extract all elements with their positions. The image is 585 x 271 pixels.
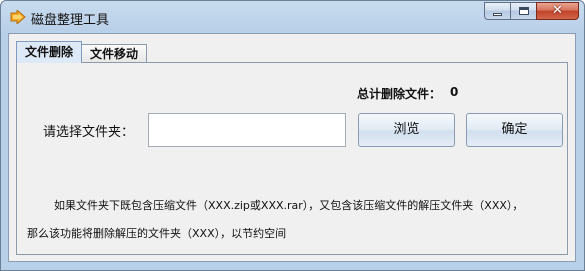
tab-file-delete[interactable]: 文件删除 [16,41,83,63]
maximize-icon [519,7,529,15]
help-text-line-1: 如果文件夹下既包含压缩文件（XXX.zip或XXX.rar），又包含该压缩文件的… [54,199,524,212]
maximize-button[interactable] [510,2,536,20]
client-area: 文件删除 文件移动 总计删除文件： 0 请选择文件夹： 浏览 确定 如果文件夹下… [8,33,576,262]
folder-select-label: 请选择文件夹： [43,125,135,140]
tab-strip: 文件删除 文件移动 [16,41,148,63]
tab-panel-file-delete: 总计删除文件： 0 请选择文件夹： 浏览 确定 如果文件夹下既包含压缩文件（XX… [16,62,568,255]
app-arrow-icon [10,10,26,24]
minimize-icon [493,13,502,16]
close-icon: ✕ [552,3,563,18]
total-deleted-label: 总计删除文件： [357,87,442,101]
title-bar[interactable]: 磁盘整理工具 ✕ [1,1,584,33]
total-deleted-count: 0 [450,85,459,99]
tab-file-move[interactable]: 文件移动 [81,44,148,63]
window-title: 磁盘整理工具 [31,13,110,28]
minimize-button[interactable] [484,2,510,20]
browse-button[interactable]: 浏览 [358,113,455,147]
close-button[interactable]: ✕ [536,2,579,20]
app-window: 磁盘整理工具 ✕ 文件删除 文件移动 总计删除文件： 0 请选择文件夹： 浏览 … [0,0,585,271]
folder-path-input[interactable] [148,113,346,147]
caption-buttons: ✕ [484,2,579,21]
confirm-button[interactable]: 确定 [466,113,563,147]
help-text-line-2: 那么该功能将删除解压的文件夹（XXX），以节约空间 [27,227,287,240]
